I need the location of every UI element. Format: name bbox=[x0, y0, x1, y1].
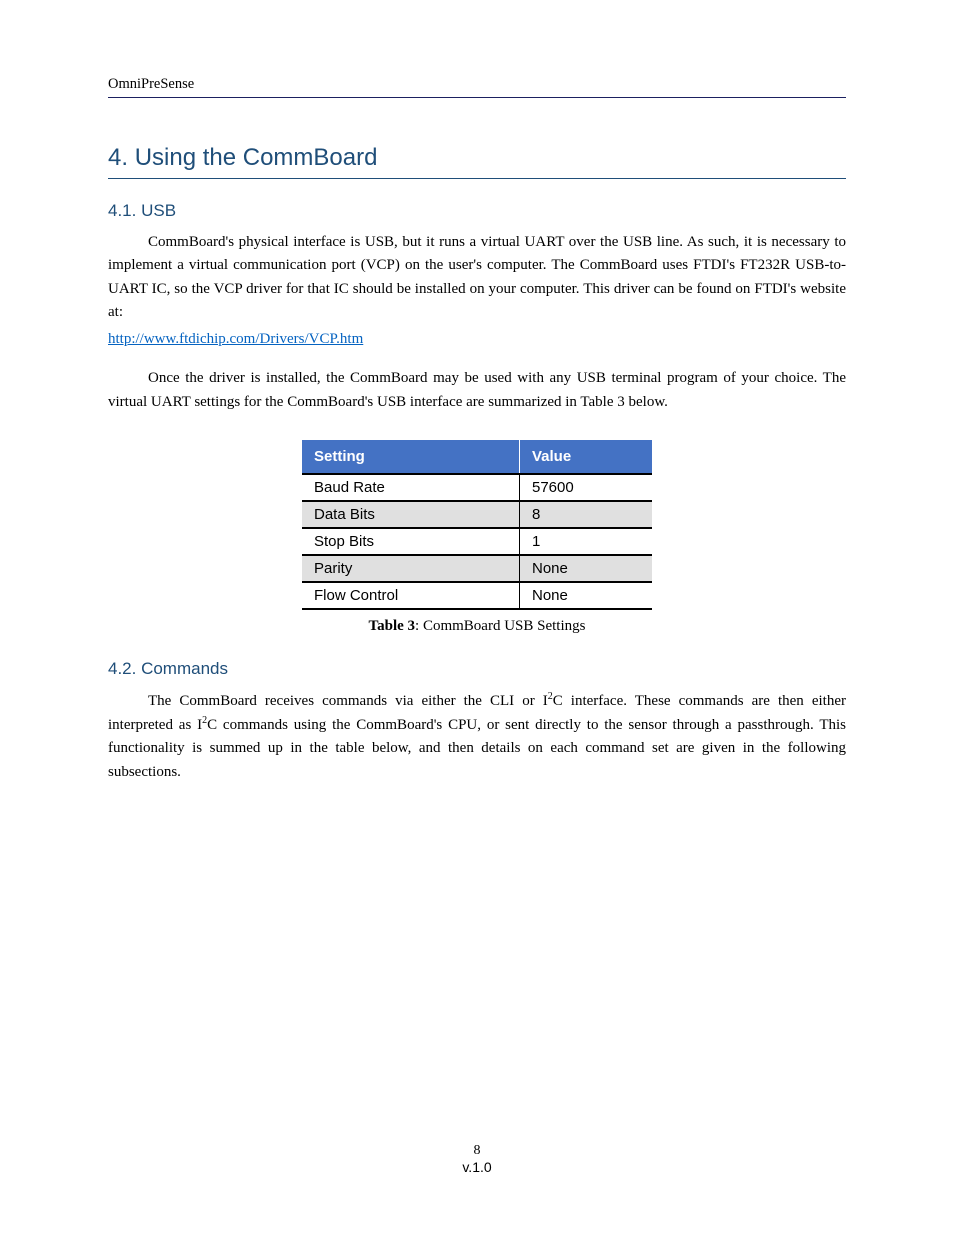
header-rule bbox=[108, 97, 846, 98]
cell-setting: Flow Control bbox=[302, 582, 520, 609]
settings-table: Setting Value Baud Rate 57600 Data Bits … bbox=[302, 440, 652, 610]
cell-setting: Parity bbox=[302, 555, 520, 582]
table-caption-text: : CommBoard USB Settings bbox=[415, 618, 585, 634]
table-header-value: Value bbox=[520, 440, 653, 474]
table-header-row: Setting Value bbox=[302, 440, 652, 474]
page-footer: 8 v.1.0 bbox=[0, 1143, 954, 1177]
cmd-text-a: The CommBoard receives commands via eith… bbox=[148, 693, 548, 709]
section-title: Using the CommBoard bbox=[135, 144, 378, 171]
cell-value: 57600 bbox=[520, 474, 653, 501]
cell-value: None bbox=[520, 582, 653, 609]
cell-setting: Data Bits bbox=[302, 501, 520, 528]
section-number: 4. bbox=[108, 144, 128, 171]
cell-setting: Stop Bits bbox=[302, 528, 520, 555]
running-title-text: OmniPreSense bbox=[108, 76, 194, 92]
section-heading: 4. Using the CommBoard bbox=[108, 144, 846, 172]
cell-setting: Baud Rate bbox=[302, 474, 520, 501]
page-version: v.1.0 bbox=[462, 1159, 491, 1175]
page-number-value: 8 bbox=[474, 1143, 481, 1158]
table-row: Flow Control None bbox=[302, 582, 652, 609]
cmd-text-c: C commands using the CommBoard's CPU, or… bbox=[108, 717, 846, 780]
table-row: Parity None bbox=[302, 555, 652, 582]
ftdi-link[interactable]: http://www.ftdichip.com/Drivers/VCP.htm bbox=[108, 331, 363, 347]
commands-paragraph: The CommBoard receives commands via eith… bbox=[108, 689, 846, 784]
table-header-setting: Setting bbox=[302, 440, 520, 474]
table-caption-label: Table 3 bbox=[369, 618, 416, 634]
table-caption: Table 3: CommBoard USB Settings bbox=[108, 618, 846, 635]
cell-value: None bbox=[520, 555, 653, 582]
commands-subheading: 4.2. Commands bbox=[108, 659, 846, 679]
section-rule bbox=[108, 178, 846, 179]
usb-subheading: 4.1. USB bbox=[108, 201, 846, 221]
usb-paragraph-2: Once the driver is installed, the CommBo… bbox=[108, 367, 846, 414]
usb-paragraph-1: CommBoard's physical interface is USB, b… bbox=[108, 231, 846, 324]
usb-link-line: http://www.ftdichip.com/Drivers/VCP.htm bbox=[108, 328, 846, 351]
table-row: Baud Rate 57600 bbox=[302, 474, 652, 501]
cell-value: 8 bbox=[520, 501, 653, 528]
page: OmniPreSense 4. Using the CommBoard 4.1.… bbox=[0, 0, 954, 1235]
settings-table-wrap: Setting Value Baud Rate 57600 Data Bits … bbox=[108, 440, 846, 610]
table-row: Stop Bits 1 bbox=[302, 528, 652, 555]
table-row: Data Bits 8 bbox=[302, 501, 652, 528]
cell-value: 1 bbox=[520, 528, 653, 555]
running-header: OmniPreSense bbox=[108, 76, 846, 93]
